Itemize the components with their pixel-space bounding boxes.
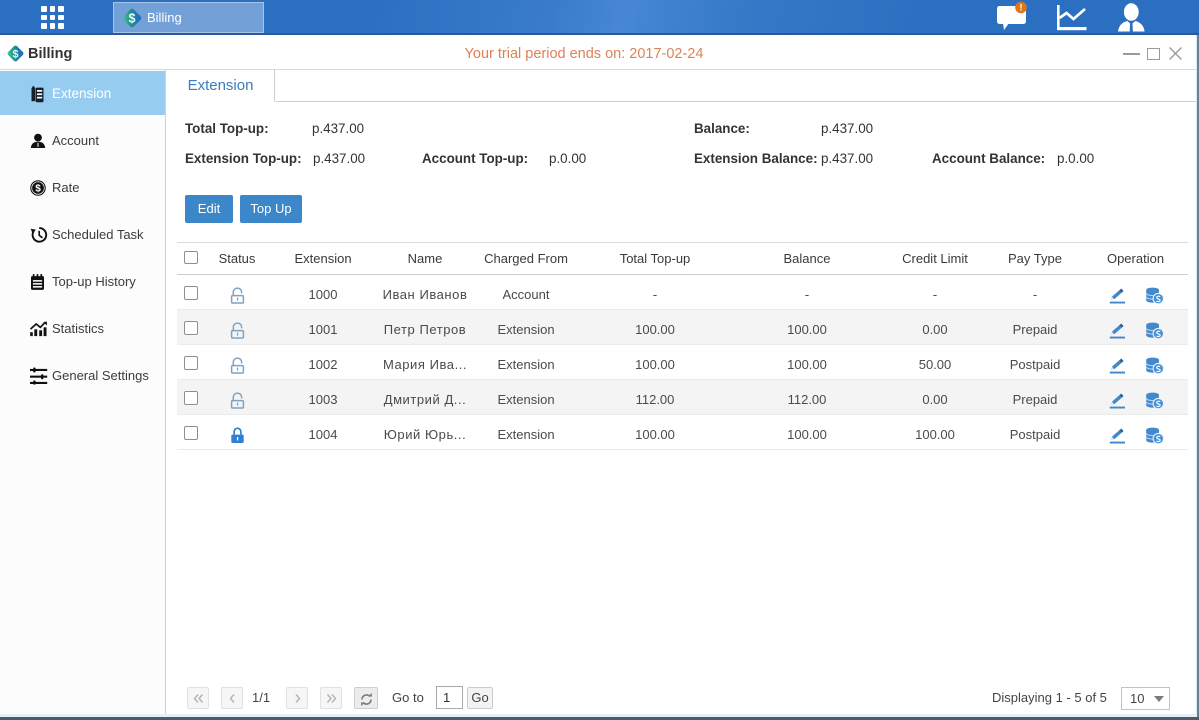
svg-text:$: $	[129, 11, 136, 25]
svg-text:$: $	[35, 183, 41, 194]
svg-text:!: !	[1020, 3, 1023, 13]
